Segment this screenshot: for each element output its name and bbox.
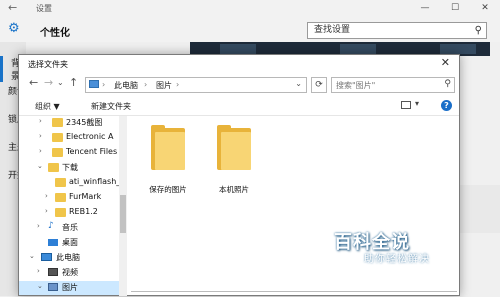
- breadcrumb-pictures[interactable]: 图片: [156, 80, 172, 91]
- folder-icon: [55, 193, 66, 202]
- folder-icon: [52, 133, 63, 142]
- dialog-titlebar: 选择文件夹 ✕: [19, 55, 459, 73]
- close-icon[interactable]: ✕: [441, 56, 450, 69]
- download-folder-icon: [48, 163, 59, 172]
- maximize-icon[interactable]: ☐: [440, 0, 470, 16]
- folder-search-input[interactable]: [332, 78, 444, 92]
- dialog-toolbar: 组织 ▼ 新建文件夹 ▾ ?: [19, 97, 459, 116]
- gear-icon: ⚙: [8, 21, 20, 36]
- minimize-icon[interactable]: —: [410, 0, 440, 16]
- refresh-button[interactable]: ⟳: [311, 77, 327, 93]
- navigation-bar: ← → ⌄ ↑ › 此电脑 › 图片 › ⌄ ⟳ ⚲: [19, 73, 459, 97]
- chevron-right-icon[interactable]: ›: [144, 80, 147, 89]
- chevron-down-icon[interactable]: ⌄: [37, 162, 45, 170]
- tree-item-furmark[interactable]: › FurMark: [19, 191, 119, 205]
- folder-item-saved-pictures[interactable]: 保存的图片: [133, 124, 203, 204]
- back-arrow-icon[interactable]: ←: [29, 76, 38, 89]
- tree-item-ati-winflash[interactable]: ati_winflash_: [19, 176, 119, 190]
- tree-item-pictures[interactable]: ⌄ 图片: [19, 281, 119, 295]
- desktop-icon: [48, 239, 58, 246]
- close-icon[interactable]: ✕: [470, 0, 500, 16]
- tree-item-label: FurMark: [69, 192, 102, 201]
- tree-item-electronic-a[interactable]: › Electronic A: [19, 131, 119, 145]
- tree-scrollbar-thumb[interactable]: [120, 195, 126, 233]
- chevron-right-icon[interactable]: ›: [37, 267, 45, 275]
- address-bar[interactable]: › 此电脑 › 图片 › ⌄: [85, 77, 307, 93]
- tree-item-label: 2345截图: [66, 118, 103, 127]
- pc-icon: [89, 80, 99, 88]
- folder-name-field[interactable]: [131, 291, 457, 297]
- chevron-right-icon[interactable]: ›: [45, 207, 53, 215]
- watermark-tagline: 助你轻松解决: [364, 254, 430, 265]
- up-arrow-icon[interactable]: ↑: [69, 76, 78, 89]
- new-folder-button[interactable]: 新建文件夹: [91, 101, 131, 112]
- organize-button[interactable]: 组织 ▼: [35, 101, 60, 112]
- tree-item-desktop[interactable]: 桌面: [19, 236, 119, 250]
- video-icon: [48, 268, 58, 276]
- tree-item-label: 下载: [62, 163, 78, 172]
- pictures-icon: [48, 283, 58, 291]
- preview-thumbnail: [340, 44, 376, 54]
- folder-icon: [52, 118, 63, 127]
- tree-item-tencent-files[interactable]: › Tencent Files: [19, 146, 119, 160]
- folder-icon: [55, 208, 66, 217]
- settings-panel-area: [455, 185, 500, 233]
- recent-locations-icon[interactable]: ⌄: [57, 78, 64, 87]
- chevron-right-icon[interactable]: ›: [37, 222, 45, 230]
- tree-item-label: 此电脑: [56, 253, 80, 262]
- chevron-right-icon[interactable]: ›: [39, 132, 47, 140]
- chevron-right-icon[interactable]: ›: [39, 147, 47, 155]
- chevron-down-icon[interactable]: ⌄: [29, 252, 37, 260]
- chevron-right-icon[interactable]: ›: [176, 80, 179, 89]
- chevron-down-icon[interactable]: ▾: [415, 99, 419, 108]
- folder-icon: [55, 178, 66, 187]
- tree-item-music[interactable]: › ♪ 音乐: [19, 221, 119, 235]
- back-arrow-icon[interactable]: ←: [8, 1, 17, 14]
- tree-item-label: Tencent Files: [66, 147, 118, 156]
- chevron-down-icon[interactable]: ⌄: [295, 79, 302, 88]
- settings-window-title: 设置: [36, 4, 52, 13]
- preview-thumbnail: [220, 44, 256, 54]
- forward-arrow-icon[interactable]: →: [44, 76, 53, 89]
- chevron-right-icon[interactable]: ›: [45, 192, 53, 200]
- folder-icon: [217, 125, 251, 170]
- dialog-title: 选择文件夹: [28, 60, 68, 69]
- chevron-right-icon[interactable]: ›: [102, 80, 105, 89]
- settings-search-placeholder: 查找设置: [314, 25, 351, 35]
- folder-item-camera-roll[interactable]: 本机照片: [199, 124, 269, 204]
- folder-icon: [52, 148, 63, 157]
- tree-item-label: 音乐: [62, 223, 78, 232]
- chevron-down-icon[interactable]: ⌄: [37, 282, 45, 290]
- tree-item-2345[interactable]: › 2345截图: [19, 116, 119, 130]
- breadcrumb-this-pc[interactable]: 此电脑: [114, 80, 138, 91]
- settings-search-input[interactable]: 查找设置 ⚲: [307, 22, 487, 39]
- folder-label: 保存的图片: [149, 185, 187, 194]
- tree-item-videos[interactable]: › 视频: [19, 266, 119, 280]
- music-icon: ♪: [48, 221, 54, 231]
- view-options-icon[interactable]: [401, 101, 411, 109]
- tree-item-label: 图片: [62, 283, 78, 292]
- tree-item-label: 桌面: [62, 238, 78, 247]
- tree-item-this-pc[interactable]: ⌄ 此电脑: [19, 251, 119, 265]
- pc-icon: [41, 253, 52, 261]
- search-icon: ⚲: [474, 25, 482, 36]
- tree-item-label: Electronic A: [66, 132, 114, 141]
- tree-item-label: REB1.2: [69, 207, 98, 216]
- search-icon: ⚲: [444, 79, 451, 89]
- preview-thumbnail: [440, 44, 476, 54]
- folder-label: 本机照片: [219, 185, 249, 194]
- chevron-right-icon[interactable]: ›: [39, 117, 47, 125]
- tree-item-reb[interactable]: › REB1.2: [19, 206, 119, 220]
- tree-item-label: ati_winflash_: [69, 177, 119, 186]
- tree-item-label: 视频: [62, 268, 78, 277]
- folder-icon: [151, 125, 185, 170]
- help-icon[interactable]: ?: [441, 100, 452, 111]
- folder-search-box[interactable]: ⚲: [331, 77, 455, 93]
- watermark: 百科全说 助你轻松解决: [334, 228, 464, 272]
- tree-item-downloads[interactable]: ⌄ 下载: [19, 161, 119, 175]
- settings-titlebar: ← 设置 — ☐ ✕: [0, 0, 500, 16]
- page-title: 个性化: [40, 28, 70, 39]
- navigation-tree: › 2345截图 › Electronic A › Tencent Files …: [19, 116, 119, 296]
